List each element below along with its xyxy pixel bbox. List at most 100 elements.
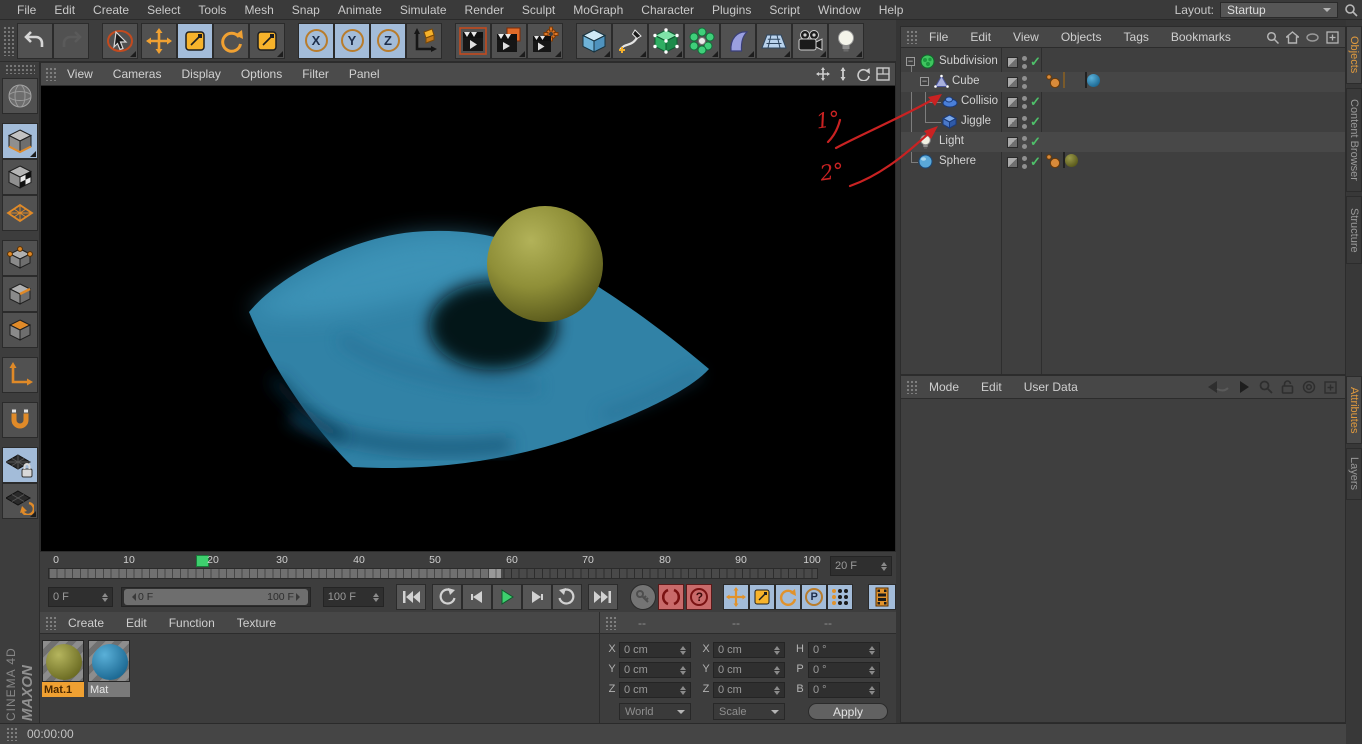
viewport-pan-icon[interactable] [815,66,831,82]
om-home-icon[interactable] [1286,31,1299,44]
viewport-menu-cameras[interactable]: Cameras [104,67,171,81]
spinner[interactable] [869,643,875,658]
snap-magnet-button[interactable] [2,402,38,438]
add-cube-button[interactable] [576,23,612,59]
pos-y-field[interactable]: 0 cm [619,662,691,678]
viewport-globe-button[interactable] [2,78,38,114]
history-back-icon[interactable] [1207,380,1229,394]
spinner[interactable] [869,663,875,678]
texture-tag-olive[interactable] [1063,152,1065,168]
rot-h-field[interactable]: 0 ° [808,642,880,658]
rot-b-field[interactable]: 0 ° [808,682,880,698]
menu-select[interactable]: Select [138,3,189,17]
menu-snap[interactable]: Snap [283,3,329,17]
material-label-selected[interactable]: Mat.1 [42,682,84,697]
timeline-scrollbar[interactable] [48,568,818,579]
scale-z-field[interactable]: 0 cm [713,682,785,698]
scale-x-field[interactable]: 0 cm [713,642,785,658]
object-label[interactable]: Jiggle [961,115,991,127]
tree-row-jiggle[interactable]: Jiggle ✓ [901,112,1346,132]
viewport-menu-panel[interactable]: Panel [340,67,389,81]
attr-menu-userdata[interactable]: User Data [1014,380,1088,394]
om-menu-view[interactable]: View [1003,30,1049,44]
tab-objects[interactable]: Objects [1346,26,1362,84]
menu-script[interactable]: Script [760,3,809,17]
layout-select[interactable]: Startup [1220,2,1338,18]
render-picture-viewer-button[interactable] [491,23,527,59]
phong-tag[interactable] [1045,153,1062,170]
live-selection-tool[interactable] [102,23,138,59]
enabled-check[interactable]: ✓ [1030,114,1041,130]
visibility-dots[interactable] [1022,96,1027,109]
material-preview-blue[interactable] [88,640,130,682]
points-mode-button[interactable] [2,240,38,276]
play-loop-button[interactable] [552,584,582,610]
om-search-icon[interactable] [1266,31,1279,44]
pos-x-field[interactable]: 0 cm [619,642,691,658]
current-frame-field[interactable]: 20 F [830,556,892,576]
previous-frame-button[interactable] [462,584,492,610]
layer-toggle[interactable] [1007,77,1018,88]
status-drag-handle[interactable] [6,727,17,741]
workplane-rotate-button[interactable] [2,483,38,519]
attributes-drag-handle[interactable] [906,380,917,394]
enabled-check[interactable]: ✓ [1030,54,1041,70]
light-object-button[interactable] [828,23,864,59]
bend-deformer-button[interactable] [720,23,756,59]
viewport-menu-display[interactable]: Display [172,67,229,81]
attr-lock-icon[interactable] [1281,380,1294,394]
spinner[interactable] [680,683,686,698]
pos-z-field[interactable]: 0 cm [619,682,691,698]
menu-tools[interactable]: Tools [189,3,235,17]
render-view-button[interactable] [455,23,491,59]
material-preview-olive[interactable] [42,640,84,682]
toolbar-drag-handle[interactable] [3,26,14,56]
tab-attributes[interactable]: Attributes [1346,376,1362,444]
viewport-toggle-layout-icon[interactable] [875,66,891,82]
key-parameter-toggle[interactable]: P [801,584,827,610]
search-layout-icon[interactable] [1344,3,1358,17]
tree-row-cube[interactable]: − Cube [901,72,1346,92]
camera-object-button[interactable] [792,23,828,59]
coordinate-system-button[interactable] [406,23,442,59]
collapse-toggle[interactable]: − [920,77,929,86]
om-menu-objects[interactable]: Objects [1051,30,1112,44]
keyframe-selection-button[interactable]: ? [686,584,712,610]
menu-animate[interactable]: Animate [329,3,391,17]
lock-x-axis-button[interactable]: X [298,23,334,59]
menu-file[interactable]: File [8,3,45,17]
material-menu-create[interactable]: Create [58,616,114,630]
spinner[interactable] [774,663,780,678]
rotate-tool[interactable] [213,23,249,59]
om-drag-handle[interactable] [906,30,917,44]
materials-drag-handle[interactable] [45,616,56,630]
lock-y-axis-button[interactable]: Y [334,23,370,59]
object-label[interactable]: Subdivision [939,55,998,67]
viewport-drag-handle[interactable] [45,67,56,81]
autokey-button[interactable] [658,584,684,610]
visibility-dots[interactable] [1022,156,1027,169]
viewport-canvas[interactable] [40,86,896,552]
visibility-dots[interactable] [1022,136,1027,149]
attr-menu-mode[interactable]: Mode [919,380,969,394]
om-menu-bookmarks[interactable]: Bookmarks [1161,30,1241,44]
key-rotation-toggle[interactable] [775,584,801,610]
enable-axis-button[interactable] [2,357,38,393]
menu-plugins[interactable]: Plugins [703,3,760,17]
enabled-check[interactable]: ✓ [1030,94,1041,110]
apply-button[interactable]: Apply [808,703,888,720]
om-menu-file[interactable]: File [919,30,958,44]
preview-range-slider[interactable]: 0 F100 F [121,587,311,607]
coords-mode-dropdown[interactable]: Scale [713,703,785,720]
menu-render[interactable]: Render [456,3,513,17]
array-object-button[interactable] [684,23,720,59]
material-menu-edit[interactable]: Edit [116,616,157,630]
lock-z-axis-button[interactable]: Z [370,23,406,59]
material-item[interactable]: Mat [88,640,130,698]
start-frame-field[interactable]: 0 F [48,587,113,607]
attr-menu-edit[interactable]: Edit [971,380,1012,394]
undo-button[interactable] [17,23,53,59]
coords-drag-handle[interactable] [605,616,616,630]
menu-create[interactable]: Create [84,3,138,17]
coords-space-dropdown[interactable]: World [619,703,691,720]
